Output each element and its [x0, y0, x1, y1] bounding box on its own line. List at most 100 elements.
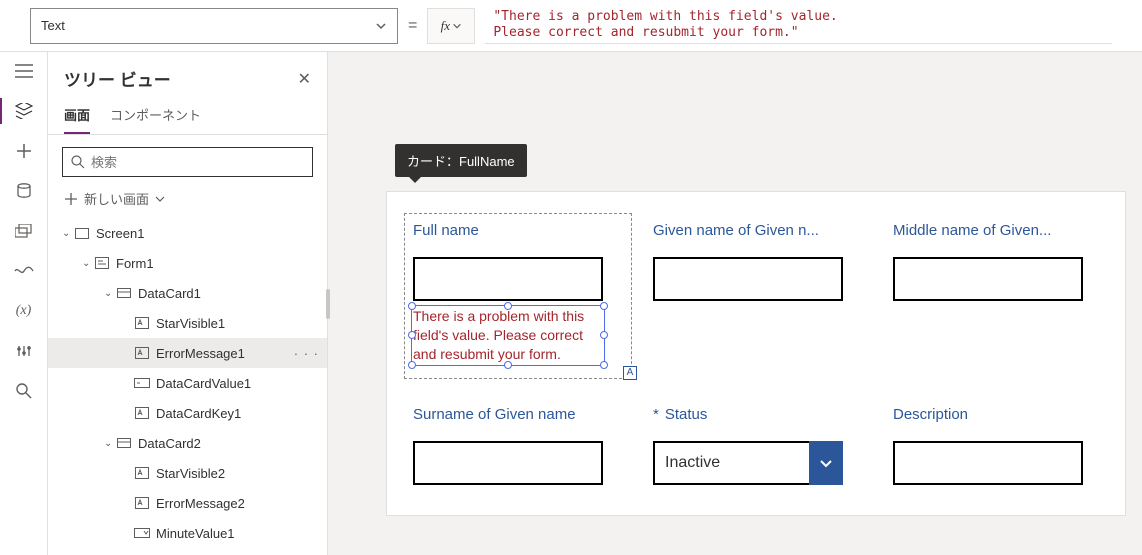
label-icon: [134, 497, 150, 509]
card-label: Given name of Given n...: [653, 222, 863, 239]
search-rail-icon[interactable]: [13, 382, 35, 400]
canvas[interactable]: カード：FullName Full name There is a proble…: [328, 52, 1142, 555]
equals-label: =: [408, 17, 417, 35]
tree-node-datacard1[interactable]: ⌄ DataCard1: [48, 278, 327, 308]
search-icon: [71, 155, 85, 169]
chevron-down-icon: ⌄: [104, 438, 116, 449]
middlename-input[interactable]: [893, 257, 1083, 301]
surname-input[interactable]: [413, 441, 603, 485]
chevron-down-icon: ⌄: [104, 288, 116, 299]
left-rail: (x): [0, 52, 48, 555]
status-value: Inactive: [653, 441, 809, 485]
tree-panel: ツリー ビュー ✕ 画面 コンポーネント 新しい画面 ⌄ Screen1 ⌄: [48, 52, 328, 555]
tree-node-starvisible2[interactable]: StarVisible2: [48, 458, 327, 488]
data-icon[interactable]: [13, 182, 35, 200]
tree-node-screen1[interactable]: ⌄ Screen1: [48, 218, 327, 248]
card-status[interactable]: * Status Inactive: [653, 406, 863, 485]
new-screen-button[interactable]: 新しい画面: [48, 185, 327, 218]
form-icon: [94, 257, 110, 269]
tree-node-starvisible1[interactable]: StarVisible1: [48, 308, 327, 338]
screen-icon: [74, 228, 90, 239]
tree-node-label: StarVisible1: [156, 316, 225, 331]
tree-node-label: ErrorMessage1: [156, 346, 245, 361]
formula-bar-row: Text = fx "There is a problem with this …: [0, 0, 1142, 52]
tree-title: ツリー ビュー: [64, 66, 171, 91]
card-label: Middle name of Given...: [893, 222, 1103, 239]
card-middlename[interactable]: Middle name of Given...: [893, 222, 1103, 370]
fullname-input[interactable]: [413, 257, 603, 301]
text-format-badge[interactable]: A: [623, 366, 637, 380]
tree-node-label: DataCardKey1: [156, 406, 241, 421]
card-label: Description: [893, 406, 1103, 423]
card-icon: [116, 438, 132, 448]
chevron-down-icon[interactable]: [809, 441, 843, 485]
tree-node-minutevalue1[interactable]: MinuteValue1: [48, 518, 327, 548]
tree-tabs: 画面 コンポーネント: [48, 99, 327, 135]
formula-input[interactable]: "There is a problem with this field's va…: [485, 8, 1112, 44]
fx-label: fx: [441, 18, 450, 34]
chevron-down-icon: [452, 21, 462, 31]
tree-list: ⌄ Screen1 ⌄ Form1 ⌄ DataCard1 StarVisibl…: [48, 218, 327, 555]
tree-node-label: DataCard1: [138, 286, 201, 301]
chevron-down-icon: [155, 194, 165, 204]
tree-node-label: DataCard2: [138, 436, 201, 451]
tab-components[interactable]: コンポーネント: [110, 99, 201, 134]
status-combobox[interactable]: Inactive: [653, 441, 863, 485]
status-label-text: Status: [665, 406, 708, 423]
tools-icon[interactable]: [13, 342, 35, 360]
card-label: Full name: [413, 222, 623, 239]
tree-node-errormessage2[interactable]: ErrorMessage2: [48, 488, 327, 518]
label-icon: [134, 407, 150, 419]
tree-node-label: MinuteValue1: [156, 526, 235, 541]
dropdown-icon: [134, 528, 150, 538]
tree-node-datacardvalue1[interactable]: DataCardValue1: [48, 368, 327, 398]
textinput-icon: [134, 378, 150, 388]
card-givenname[interactable]: Given name of Given n...: [653, 222, 863, 370]
variables-icon[interactable]: (x): [13, 302, 35, 320]
property-selector-label: Text: [41, 18, 65, 33]
error-message[interactable]: There is a problem with this field's val…: [413, 307, 603, 364]
card-label: * Status: [653, 406, 863, 423]
insert-icon[interactable]: [13, 142, 35, 160]
more-icon[interactable]: · · ·: [294, 346, 319, 361]
tree-search[interactable]: [62, 147, 313, 177]
card-tooltip: カード：FullName: [395, 144, 527, 177]
givenname-input[interactable]: [653, 257, 843, 301]
chevron-down-icon: [375, 20, 387, 32]
card-description[interactable]: Description: [893, 406, 1103, 485]
hamburger-icon[interactable]: [13, 62, 35, 80]
tree-node-datacardkey1[interactable]: DataCardKey1: [48, 398, 327, 428]
chevron-down-icon: ⌄: [62, 228, 74, 239]
card-icon: [116, 288, 132, 298]
tab-screens[interactable]: 画面: [64, 99, 90, 134]
label-icon: [134, 467, 150, 479]
tree-node-label: StarVisible2: [156, 466, 225, 481]
tree-view-icon[interactable]: [13, 102, 35, 120]
tree-node-label: DataCardValue1: [156, 376, 251, 391]
new-screen-label: 新しい画面: [84, 189, 149, 208]
form-surface[interactable]: カード：FullName Full name There is a proble…: [386, 191, 1126, 516]
chevron-down-icon: ⌄: [82, 258, 94, 269]
label-icon: [134, 347, 150, 359]
tree-node-label: Form1: [116, 256, 154, 271]
media-icon[interactable]: [13, 222, 35, 240]
tree-node-label: Screen1: [96, 226, 144, 241]
tree-node-datacard2[interactable]: ⌄ DataCard2: [48, 428, 327, 458]
description-input[interactable]: [893, 441, 1083, 485]
tree-node-errormessage1[interactable]: ErrorMessage1 · · ·: [48, 338, 327, 368]
close-icon[interactable]: ✕: [298, 69, 311, 89]
property-selector[interactable]: Text: [30, 8, 398, 44]
search-input[interactable]: [91, 155, 304, 170]
card-surname[interactable]: Surname of Given name: [413, 406, 623, 485]
selection-outline: [411, 305, 605, 366]
card-fullname[interactable]: Full name There is a problem with this f…: [413, 222, 623, 370]
plus-icon: [64, 192, 78, 206]
tree-node-form1[interactable]: ⌄ Form1: [48, 248, 327, 278]
label-icon: [134, 317, 150, 329]
card-label: Surname of Given name: [413, 406, 623, 423]
tree-node-label: ErrorMessage2: [156, 496, 245, 511]
panel-resize-handle[interactable]: [323, 52, 327, 555]
flows-icon[interactable]: [13, 262, 35, 280]
required-star: *: [653, 406, 659, 423]
fx-button[interactable]: fx: [427, 8, 475, 44]
